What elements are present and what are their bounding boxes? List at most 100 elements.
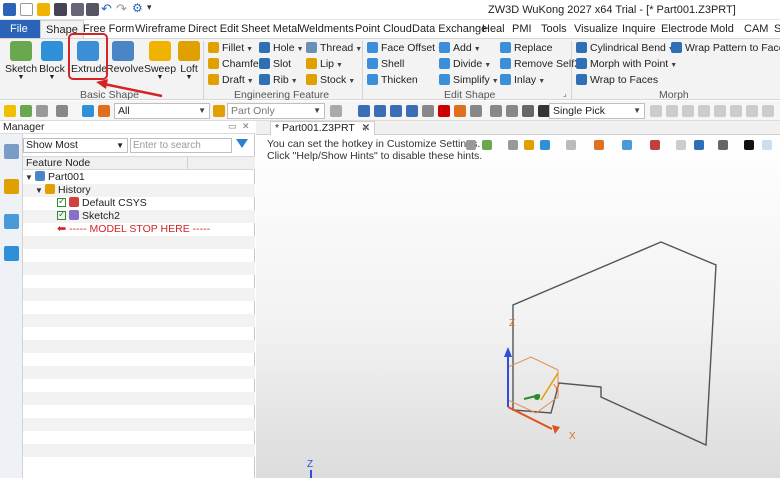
scope-select[interactable]: Part Only ▼ [227,103,325,119]
tab-direct-edit[interactable]: Direct Edit [188,20,239,38]
morph-with-point-button[interactable]: Morph with Point ▼ [576,57,677,72]
face-offset-button[interactable]: Face Offset▼ [367,41,444,56]
collapse-icon[interactable]: ▼ [25,171,35,184]
mode-d-icon[interactable] [406,105,418,117]
chart-filter-icon[interactable] [98,105,110,117]
tab-weldments[interactable]: Weldments [299,20,354,38]
save-icon[interactable] [54,3,67,16]
customize-icon[interactable]: ▾ [147,2,152,13]
tab-point-cloud[interactable]: Point Cloud [355,20,412,38]
stock-button[interactable]: Stock ▼ [306,73,355,88]
thread-button[interactable]: Thread ▼ [306,41,362,56]
slot-button[interactable]: Slot [259,57,291,72]
pointer-icon[interactable] [4,105,16,117]
inlay-button[interactable]: Inlay ▼ [500,73,545,88]
wrap-pattern-button[interactable]: Wrap Pattern to Faces [671,41,780,56]
snap-end-icon[interactable] [698,105,710,117]
feature-node-column-header[interactable]: Feature Node [23,156,255,170]
chamfer-button[interactable]: Chamfer [208,57,262,72]
lip-button[interactable]: Lip ▼ [306,57,343,72]
history-tree-icon[interactable] [4,144,19,159]
snap-line-icon[interactable] [714,105,726,117]
history-icon[interactable] [506,105,518,117]
pick-mode-select[interactable]: Single Pick ▼ [549,103,645,119]
remove-selfx-button[interactable]: Remove SelfX [500,57,581,72]
mode-c-icon[interactable] [390,105,402,117]
mode-i-icon[interactable] [490,105,502,117]
redo-icon[interactable]: ↷ [116,1,127,17]
search-input[interactable]: Enter to search [130,138,232,153]
mode-b-icon[interactable] [374,105,386,117]
tab-sheet-metal[interactable]: Sheet Metal [241,20,300,38]
simplify-button[interactable]: Simplify ▼ [439,73,499,88]
mode-j-icon[interactable] [522,105,534,117]
tree-node-sketch2[interactable]: Sketch2 [23,208,255,223]
divide-button[interactable]: Divide ▼ [439,57,491,72]
mode-e-icon[interactable] [422,105,434,117]
document-tab[interactable]: * Part001.Z3PRT ✕ [270,121,376,135]
print-icon[interactable] [71,3,84,16]
collapse-icon[interactable]: ▼ [35,184,45,197]
draft-button[interactable]: Draft ▼ [208,73,254,88]
grid-icon[interactable] [36,105,48,117]
close-icon[interactable]: ✕ [242,121,250,132]
tab-file[interactable]: File [0,20,40,38]
new-tab-icon[interactable]: + [362,121,369,135]
rib-button[interactable]: Rib ▼ [259,73,298,88]
tree-node-part[interactable]: ▼ Part001 [23,171,255,184]
wrap-to-faces-button[interactable]: Wrap to Faces [576,73,658,88]
snap-center-icon[interactable] [762,105,774,117]
add-button[interactable]: Add ▼ [439,41,481,56]
fillet-button[interactable]: Fillet ▼ [208,41,253,56]
visibility-checkbox[interactable] [57,195,66,208]
replace-button[interactable]: Replace [500,41,553,56]
3d-viewport[interactable]: You can set the hotkey in Customize Sett… [256,135,780,478]
mode-a-icon[interactable] [358,105,370,117]
open-folder-icon[interactable] [37,3,50,16]
group-expand-icon[interactable]: ⌟ [563,89,567,98]
tab-heal[interactable]: Heal [482,20,505,38]
undo-icon[interactable]: ↶ [101,1,112,17]
app-logo-icon[interactable] [3,3,16,16]
settings-icon[interactable]: ⚙ [132,1,143,15]
tab-pmi[interactable]: PMI [512,20,532,38]
tab-inquire[interactable]: Inquire [622,20,656,38]
loft-button[interactable]: Loft ▼ [172,41,206,85]
sketch-button[interactable]: Sketch ▼ [4,41,38,85]
block-button[interactable]: Block ▼ [35,41,69,85]
cursor-icon[interactable] [650,105,662,117]
filter-tool-icon[interactable] [330,105,342,117]
tree-node-model-stop[interactable]: ⬅ ----- MODEL STOP HERE ----- [23,223,255,236]
add-entity-icon[interactable] [20,105,32,117]
tab-data-exchange[interactable]: Data Exchange [412,20,487,38]
snap-circle-icon[interactable] [746,105,758,117]
view-manager-icon[interactable] [4,214,19,229]
snap-mid-icon[interactable] [682,105,694,117]
tab-mold[interactable]: Mold [710,20,734,38]
filter-funnel-icon[interactable] [236,139,248,148]
visibility-checkbox[interactable] [57,208,66,221]
hole-button[interactable]: Hole ▼ [259,41,304,56]
snap-icon[interactable] [56,105,68,117]
tab-electrode[interactable]: Electrode [661,20,707,38]
entity-filter-select[interactable]: All ▼ [114,103,210,119]
snap-angle-icon[interactable] [730,105,742,117]
tab-overflow[interactable]: S [774,20,780,38]
tab-visualize[interactable]: Visualize [574,20,618,38]
new-file-icon[interactable] [20,3,33,16]
assembly-icon[interactable] [4,179,19,194]
cylindrical-bend-button[interactable]: Cylindrical Bend▼ [576,41,675,56]
show-filter-select[interactable]: Show Most ▼ [23,138,128,153]
tab-wireframe[interactable]: Wireframe [135,20,186,38]
mode-g-icon[interactable] [454,105,466,117]
tab-cam[interactable]: CAM [744,20,768,38]
save-all-icon[interactable] [86,3,99,16]
hex-filter-icon[interactable] [82,105,94,117]
pin-icon[interactable]: ▭ [228,121,237,132]
thicken-button[interactable]: Thicken [367,73,418,88]
snap-point-icon[interactable] [666,105,678,117]
mode-h-icon[interactable] [470,105,482,117]
mode-f-icon[interactable] [438,105,450,117]
user-icon[interactable] [4,246,19,261]
shell-button[interactable]: Shell [367,57,404,72]
